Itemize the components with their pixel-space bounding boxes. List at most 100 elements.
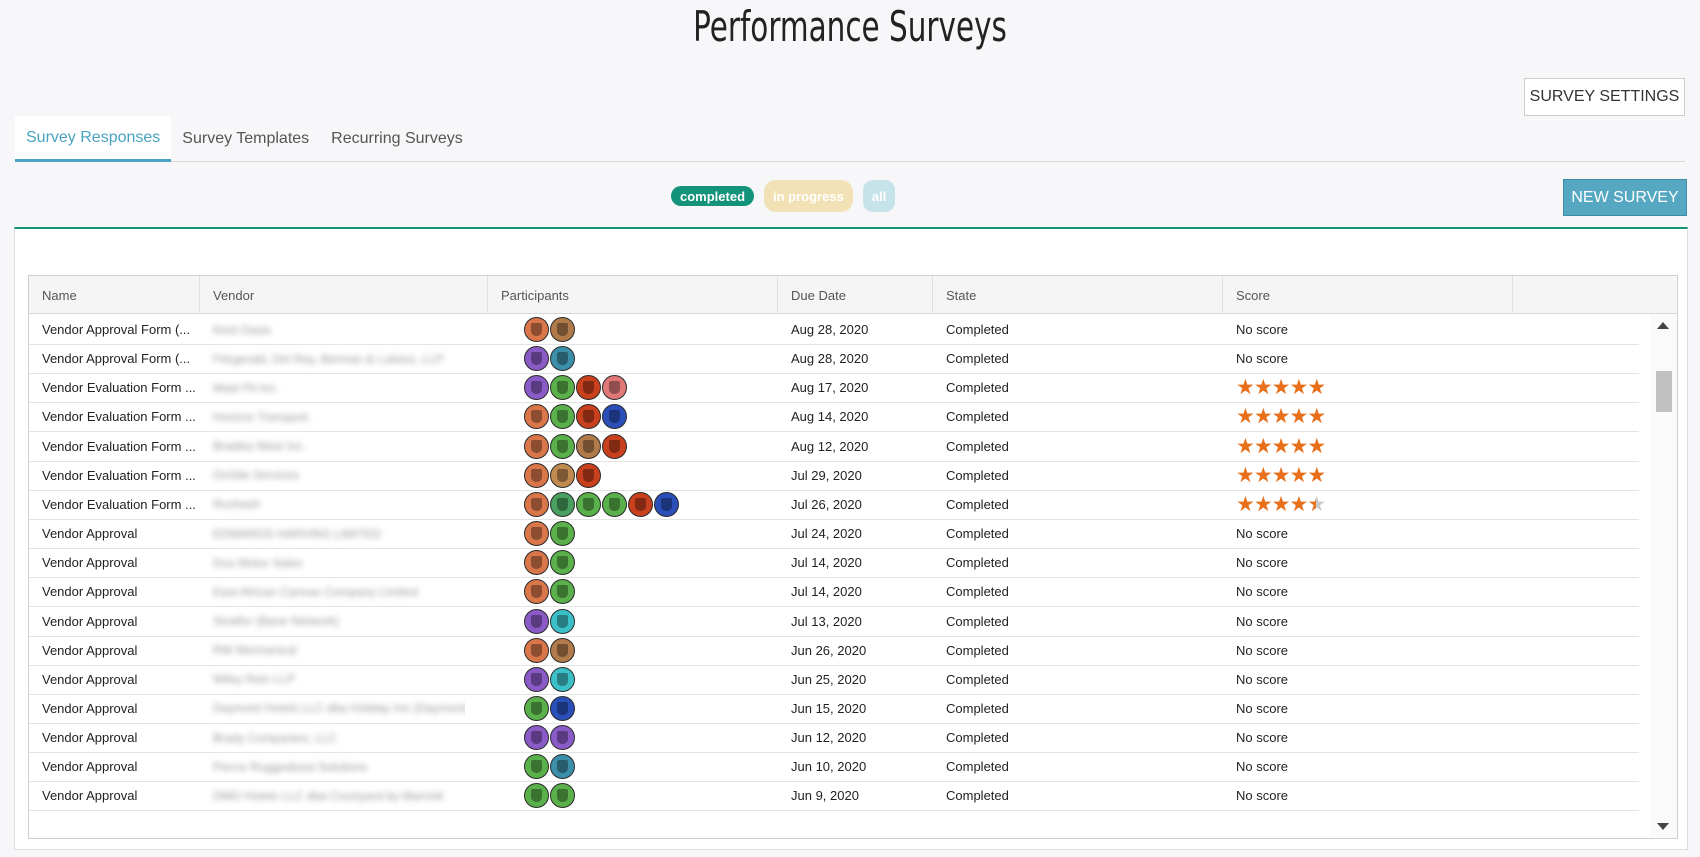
column-header-state[interactable]: State <box>933 276 1223 314</box>
participant-avatar-icon[interactable] <box>524 725 549 751</box>
participant-avatar-icon[interactable] <box>602 491 627 517</box>
participant-avatar-icon[interactable] <box>524 666 549 692</box>
cell-score: No score <box>1223 780 1513 811</box>
participant-avatar-icon[interactable] <box>602 375 627 401</box>
table-row[interactable]: Vendor Approval RW Mechanical Jun 26, 2020… <box>29 635 1639 666</box>
participant-avatar-icon[interactable] <box>550 725 575 751</box>
participant-avatar-icon[interactable] <box>524 491 549 517</box>
vendor-name: Brady Companies, LLC <box>213 730 338 745</box>
participant-avatar-icon[interactable] <box>550 695 575 721</box>
table-row[interactable]: Vendor Evaluation Form ... OnSite Service… <box>29 460 1639 491</box>
filter-in-progress[interactable]: in progress <box>764 180 853 212</box>
table-row[interactable]: Vendor Approval DMO Hotels LLC dba Courty… <box>29 780 1639 812</box>
table-row[interactable]: Vendor Evaluation Form ... Horizon Transp… <box>29 401 1639 433</box>
tab-survey-responses[interactable]: Survey Responses <box>15 116 172 162</box>
column-header-vendor[interactable]: Vendor <box>200 276 488 314</box>
filter-all[interactable]: all <box>862 180 896 212</box>
table-row[interactable]: Vendor Evaluation Form ... Rushash Jul 26,… <box>29 489 1639 520</box>
participant-avatar-icon[interactable] <box>550 404 575 430</box>
scroll-up-arrow-icon[interactable] <box>1657 322 1669 329</box>
participant-avatar-icon[interactable] <box>654 491 679 517</box>
table-row[interactable]: Vendor Approval Form (... Kind Oasis Aug 2… <box>29 314 1639 345</box>
vertical-scrollbar[interactable] <box>1651 314 1677 838</box>
participant-avatar-icon[interactable] <box>550 550 575 576</box>
table-row[interactable]: Vendor Approval Pierce Ruggedized Solutio… <box>29 751 1639 783</box>
participant-avatars <box>501 666 575 692</box>
new-survey-button[interactable]: NEW SURVEY <box>1563 179 1687 216</box>
participant-avatar-icon[interactable] <box>524 754 549 780</box>
cell-score: No score <box>1223 693 1513 724</box>
participant-avatar-icon[interactable] <box>602 433 627 459</box>
participant-avatar-icon[interactable] <box>576 433 601 459</box>
participant-avatar-icon[interactable] <box>524 550 549 576</box>
participant-avatar-icon[interactable] <box>550 462 575 488</box>
star-rating: ★ ★ ★ ★ ★ <box>1236 465 1326 486</box>
tab-survey-templates[interactable]: Survey Templates <box>171 116 320 162</box>
column-header-name[interactable]: Name <box>29 276 200 314</box>
table-row[interactable]: Vendor Evaluation Form ... Mast Pit Inc. A… <box>29 372 1639 404</box>
participant-avatar-icon[interactable] <box>550 433 575 459</box>
star-icon: ★ <box>1307 405 1326 429</box>
table-row[interactable]: Vendor Approval Duo Motor Sales Jul 14, 20… <box>29 547 1639 579</box>
participant-avatar-icon[interactable] <box>524 433 549 459</box>
participant-avatar-icon[interactable] <box>602 404 627 430</box>
participant-avatar-icon[interactable] <box>550 754 575 780</box>
table-row[interactable]: Vendor Approval Form (... Fitzgerald, Del… <box>29 343 1639 375</box>
participant-avatar-icon[interactable] <box>524 317 549 342</box>
participant-avatar-icon[interactable] <box>576 375 601 401</box>
participant-avatar-icon[interactable] <box>550 579 575 605</box>
participant-avatar-icon[interactable] <box>550 666 575 692</box>
scroll-thumb[interactable] <box>1656 371 1672 412</box>
participant-avatar-icon[interactable] <box>524 608 549 634</box>
cell-vendor: Daymont Hotels LLC dba Holiday Inn (Daym… <box>200 693 465 724</box>
participant-avatar-icon[interactable] <box>524 346 549 372</box>
participant-avatar-icon[interactable] <box>524 462 549 488</box>
participant-avatar-icon[interactable] <box>550 608 575 634</box>
participant-avatar-icon[interactable] <box>524 579 549 605</box>
table-row[interactable]: Vendor Approval East African Canvas Compa… <box>29 576 1639 608</box>
filter-completed[interactable]: completed <box>671 186 755 206</box>
participant-avatar-icon[interactable] <box>576 404 601 430</box>
due-date: Aug 12, 2020 <box>791 438 869 454</box>
participant-avatar-icon[interactable] <box>576 462 601 488</box>
cell-state: Completed <box>933 489 1223 520</box>
participant-avatar-icon[interactable] <box>524 404 549 430</box>
cell-score: No score <box>1223 606 1513 637</box>
state-label: Completed <box>946 467 1009 483</box>
participant-avatar-icon[interactable] <box>524 521 549 547</box>
participant-avatar-icon[interactable] <box>524 783 549 809</box>
cell-participants <box>488 518 778 549</box>
cell-due-date: Aug 28, 2020 <box>778 343 933 374</box>
survey-settings-button[interactable]: SURVEY SETTINGS <box>1524 78 1685 116</box>
participant-avatar-icon[interactable] <box>550 491 575 517</box>
cell-due-date: Aug 28, 2020 <box>778 314 933 345</box>
star-icon: ★ <box>1236 376 1255 400</box>
table-row[interactable]: Vendor Approval Daymont Hotels LLC dba Ho… <box>29 693 1639 724</box>
participant-avatar-icon[interactable] <box>550 521 575 547</box>
participant-avatar-icon[interactable] <box>576 491 601 517</box>
participant-avatar-icon[interactable] <box>524 695 549 721</box>
table-row[interactable]: Vendor Approval Stratfor (Bane Network) Ju… <box>29 606 1639 637</box>
star-icon: ★ <box>1289 405 1308 429</box>
cell-name: Vendor Approval Form (... <box>29 314 200 345</box>
participant-avatar-icon[interactable] <box>524 637 549 663</box>
column-header-due-date[interactable]: Due Date <box>778 276 933 314</box>
tab-recurring-surveys[interactable]: Recurring Surveys <box>320 116 474 162</box>
participant-avatar-icon[interactable] <box>550 346 575 372</box>
participant-avatar-icon[interactable] <box>550 637 575 663</box>
participant-avatar-icon[interactable] <box>550 375 575 401</box>
column-header-participants[interactable]: Participants <box>488 276 778 314</box>
table-row[interactable]: Vendor Approval Wiley Rein LLP Jun 25, 202… <box>29 664 1639 695</box>
participant-avatars <box>501 550 575 576</box>
participant-avatar-icon[interactable] <box>550 317 575 342</box>
column-header-score[interactable]: Score <box>1223 276 1513 314</box>
table-row[interactable]: Vendor Evaluation Form ... Bradley Mast I… <box>29 431 1639 462</box>
participant-avatars <box>501 433 627 459</box>
cell-vendor: RW Mechanical <box>200 635 465 666</box>
table-row[interactable]: Vendor Approval Brady Companies, LLC Jun 1… <box>29 722 1639 754</box>
participant-avatar-icon[interactable] <box>550 783 575 809</box>
participant-avatar-icon[interactable] <box>628 491 653 517</box>
participant-avatar-icon[interactable] <box>524 375 549 401</box>
scroll-down-arrow-icon[interactable] <box>1657 823 1669 830</box>
table-row[interactable]: Vendor Approval EDWARDS HARVINS LIMITED Ju… <box>29 518 1639 550</box>
